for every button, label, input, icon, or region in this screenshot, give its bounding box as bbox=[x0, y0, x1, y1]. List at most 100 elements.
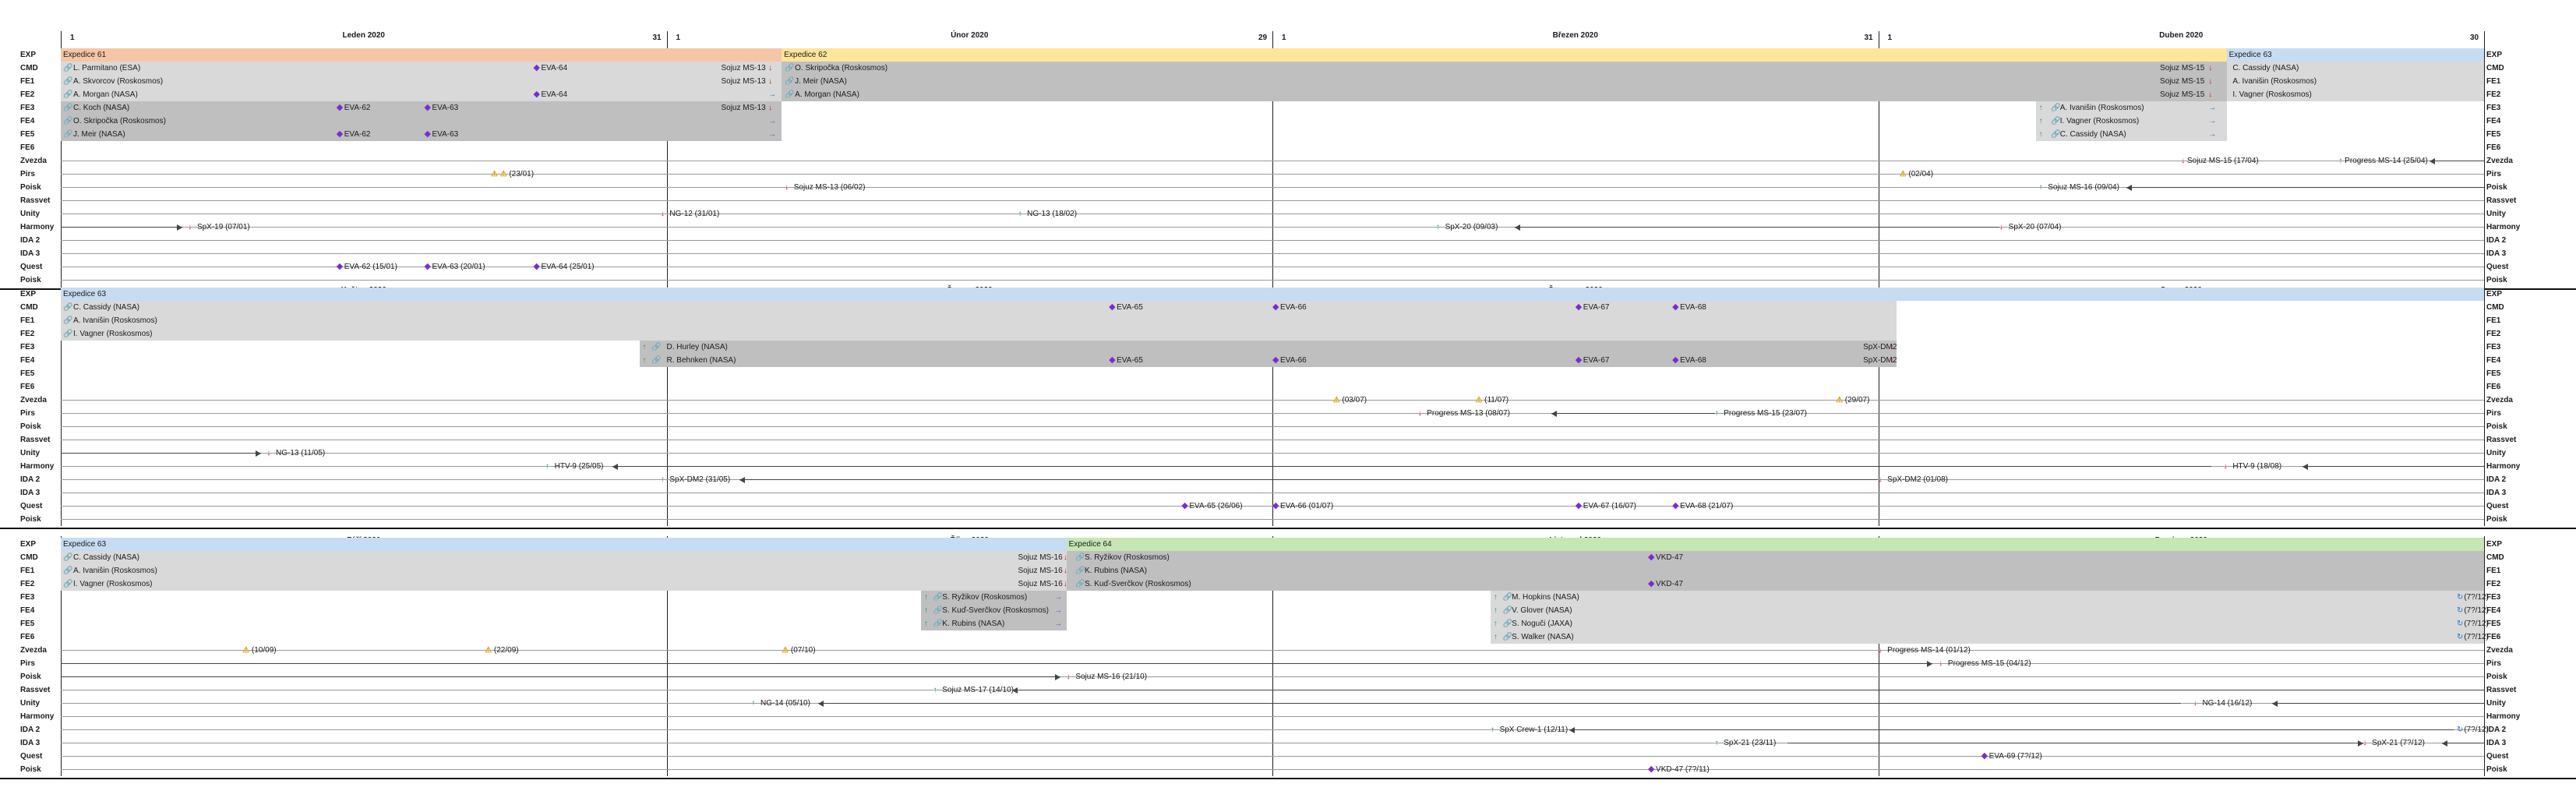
row-label-right: Zvezda bbox=[2486, 157, 2513, 165]
event-label: SpX-20 (07/04) bbox=[2008, 223, 2062, 231]
arrow-up-icon: ↑ bbox=[1493, 606, 1498, 615]
row-label: Pirs bbox=[20, 659, 35, 668]
event-label: (03/07) bbox=[1342, 396, 1367, 404]
arrow-right-icon: → bbox=[768, 130, 777, 139]
eva-label: EVA-65 bbox=[1117, 356, 1143, 365]
row-label-right: IDA 3 bbox=[2486, 489, 2507, 497]
row-label: CMD bbox=[20, 303, 38, 312]
eva-icon: ◆ bbox=[533, 63, 540, 72]
event-arrow-line bbox=[2271, 703, 2484, 704]
crew-icon: 🔗 bbox=[63, 330, 73, 338]
module-track bbox=[61, 650, 2484, 651]
crew-icon: 🔗 bbox=[1502, 620, 1512, 628]
row-label-right: Poisk bbox=[2486, 673, 2507, 681]
row-label: FE5 bbox=[20, 369, 35, 378]
crew-member: S. Ryžikov (Roskosmos) bbox=[1084, 553, 1170, 562]
arrow-up-icon: ↑ bbox=[1493, 633, 1498, 641]
arrow-down-icon: ↓ bbox=[660, 210, 665, 218]
row-label-right: EXP bbox=[2486, 540, 2503, 549]
crew-member: A. Morgan (NASA) bbox=[73, 90, 138, 99]
crew-band bbox=[782, 62, 2227, 75]
eva-label: EVA-68 bbox=[1680, 303, 1706, 312]
row-label: FE6 bbox=[20, 633, 35, 641]
expedition-band bbox=[61, 288, 2484, 301]
arrow-up-icon: ↑ bbox=[1714, 739, 1719, 747]
eva-icon: ◆ bbox=[1181, 501, 1188, 510]
module-track bbox=[61, 187, 2484, 188]
expedition-label: Expedice 63 bbox=[2228, 51, 2272, 59]
soyuz-label: Sojuz MS-16 bbox=[1018, 567, 1063, 575]
refresh-icon: ↻ bbox=[2457, 726, 2464, 734]
row-label: Unity bbox=[20, 210, 40, 218]
row-label-right: FE4 bbox=[2486, 117, 2501, 125]
crew-icon: 🔗 bbox=[63, 303, 73, 312]
month-first-day: 1 bbox=[676, 34, 681, 42]
module-track bbox=[61, 519, 2484, 520]
refresh-icon: ↻ bbox=[2457, 633, 2464, 641]
month-first-day: 1 bbox=[1887, 34, 1893, 42]
event-label: EVA-62 (15/01) bbox=[344, 263, 397, 271]
eva-icon: ◆ bbox=[1648, 579, 1655, 588]
row-label: Poisk bbox=[20, 422, 41, 431]
crew-band bbox=[639, 354, 1897, 367]
crew-icon: 🔗 bbox=[2051, 104, 2061, 112]
arrow-down-icon: ↓ bbox=[1063, 553, 1067, 562]
row-label-right: Poisk bbox=[2486, 183, 2507, 192]
row-label: CMD bbox=[20, 64, 38, 72]
row-label: EXP bbox=[20, 290, 37, 298]
month-first-day: 1 bbox=[70, 34, 75, 42]
arrow-up-icon: ↑ bbox=[2038, 117, 2043, 125]
row-label-right: FE1 bbox=[2486, 567, 2501, 575]
eva-icon: ◆ bbox=[1981, 751, 1988, 761]
row-label-right: IDA 2 bbox=[2486, 236, 2507, 245]
arrow-head-icon bbox=[2430, 158, 2436, 164]
crew-member: C. Cassidy (NASA) bbox=[2232, 64, 2299, 72]
row-label: Quest bbox=[20, 752, 43, 761]
expedition-band bbox=[61, 48, 782, 62]
arrow-down-icon: ↓ bbox=[188, 223, 192, 231]
arrow-head-icon bbox=[1551, 411, 1557, 417]
month-last-day: 31 bbox=[652, 34, 662, 42]
row-label-right: Quest bbox=[2486, 502, 2509, 510]
event-label: Progress MS-15 (04/12) bbox=[1947, 659, 2031, 668]
row-label-right: Poisk bbox=[2486, 515, 2507, 524]
crew-band bbox=[1066, 577, 2484, 591]
crew-icon: 🔗 bbox=[933, 606, 944, 615]
crew-member: S. Kuď-Sverčkov (Roskosmos) bbox=[1084, 580, 1191, 588]
soyuz-label: Sojuz MS-15 bbox=[2160, 64, 2205, 72]
row-label: IDA 3 bbox=[20, 739, 41, 747]
month-last-day: 31 bbox=[1864, 34, 1873, 42]
row-label: Zvezda bbox=[20, 157, 47, 165]
event-label: (10/09) bbox=[251, 646, 277, 655]
crew-member: R. Behnken (NASA) bbox=[666, 356, 736, 365]
crew-icon: 🔗 bbox=[1075, 567, 1085, 575]
event-label: VKD-47 (7?/11) bbox=[1656, 765, 1710, 774]
row-label-right: Unity bbox=[2486, 699, 2506, 708]
row-label: Poisk bbox=[20, 673, 41, 681]
arrow-head-icon bbox=[612, 464, 618, 470]
eva-label: EVA-67 bbox=[1583, 303, 1610, 312]
crew-member: S. Kuď-Sverčkov (Roskosmos) bbox=[942, 606, 1049, 615]
module-track bbox=[61, 174, 2484, 175]
row-label: IDA 2 bbox=[20, 475, 41, 484]
row-label: FE6 bbox=[20, 383, 35, 391]
warning-icon: ⚠ bbox=[1899, 170, 1907, 178]
soyuz-label: Sojuz MS-13 bbox=[721, 64, 766, 72]
crew-icon: 🔗 bbox=[63, 117, 73, 125]
expedition-label: Expedice 62 bbox=[784, 51, 827, 59]
row-label-right: FE2 bbox=[2486, 90, 2501, 99]
crew-band bbox=[639, 341, 1897, 354]
event-label: SpX Crew-1 (12/11) bbox=[1499, 726, 1569, 734]
event-label: (7?/12) bbox=[2464, 726, 2490, 734]
expedition-band bbox=[61, 538, 1067, 551]
row-label: FE3 bbox=[20, 593, 35, 602]
row-label-right: Rassvet bbox=[2486, 436, 2517, 444]
row-label: FE5 bbox=[20, 620, 35, 628]
month-title: Duben 2020 bbox=[2159, 31, 2204, 40]
eva-icon: ◆ bbox=[533, 90, 540, 99]
event-label: HTV-9 (25/05) bbox=[554, 462, 604, 471]
event-label: (22/09) bbox=[493, 646, 519, 655]
row-label: Unity bbox=[20, 699, 40, 708]
eva-icon: ◆ bbox=[336, 129, 344, 139]
row-label: Harmony bbox=[20, 712, 55, 721]
